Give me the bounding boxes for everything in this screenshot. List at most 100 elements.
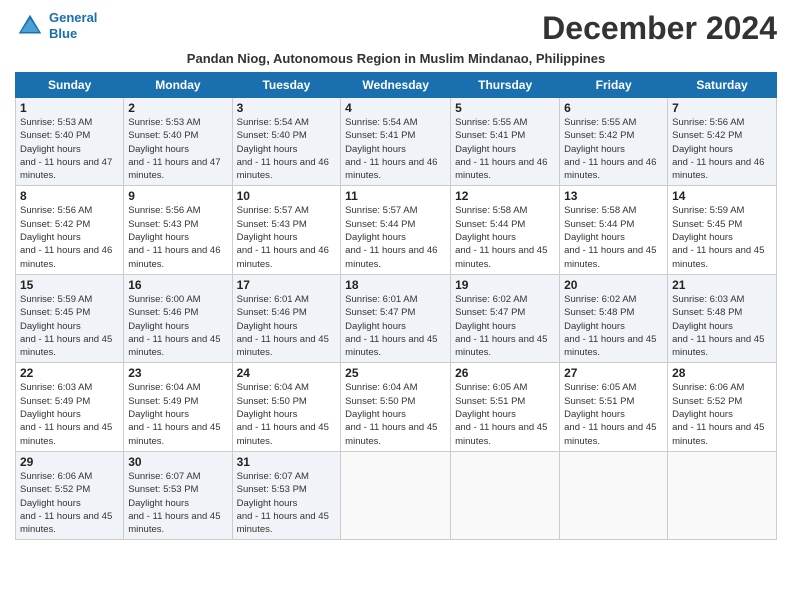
calendar-cell: 26Sunrise: 6:05 AMSunset: 5:51 PMDayligh… — [451, 363, 560, 451]
calendar-week-row: 15Sunrise: 5:59 AMSunset: 5:45 PMDayligh… — [16, 274, 777, 362]
day-number: 3 — [237, 101, 337, 115]
calendar-cell: 25Sunrise: 6:04 AMSunset: 5:50 PMDayligh… — [341, 363, 451, 451]
day-number: 4 — [345, 101, 446, 115]
day-info: Sunrise: 5:58 AMSunset: 5:44 PMDaylight … — [564, 204, 663, 270]
calendar-cell: 19Sunrise: 6:02 AMSunset: 5:47 PMDayligh… — [451, 274, 560, 362]
day-info: Sunrise: 6:04 AMSunset: 5:50 PMDaylight … — [345, 381, 446, 447]
day-number: 14 — [672, 189, 772, 203]
day-number: 16 — [128, 278, 227, 292]
day-number: 22 — [20, 366, 119, 380]
day-number: 20 — [564, 278, 663, 292]
day-info: Sunrise: 6:04 AMSunset: 5:50 PMDaylight … — [237, 381, 337, 447]
day-info: Sunrise: 5:53 AMSunset: 5:40 PMDaylight … — [128, 116, 227, 182]
day-info: Sunrise: 5:56 AMSunset: 5:42 PMDaylight … — [672, 116, 772, 182]
day-info: Sunrise: 5:59 AMSunset: 5:45 PMDaylight … — [672, 204, 772, 270]
day-number: 23 — [128, 366, 227, 380]
day-number: 5 — [455, 101, 555, 115]
day-info: Sunrise: 5:57 AMSunset: 5:44 PMDaylight … — [345, 204, 446, 270]
calendar-cell: 8Sunrise: 5:56 AMSunset: 5:42 PMDaylight… — [16, 186, 124, 274]
day-info: Sunrise: 6:03 AMSunset: 5:49 PMDaylight … — [20, 381, 119, 447]
day-number: 6 — [564, 101, 663, 115]
calendar-cell: 12Sunrise: 5:58 AMSunset: 5:44 PMDayligh… — [451, 186, 560, 274]
day-number: 12 — [455, 189, 555, 203]
day-info: Sunrise: 6:07 AMSunset: 5:53 PMDaylight … — [128, 470, 227, 536]
calendar-cell: 28Sunrise: 6:06 AMSunset: 5:52 PMDayligh… — [668, 363, 777, 451]
calendar-cell — [560, 451, 668, 539]
calendar-cell: 17Sunrise: 6:01 AMSunset: 5:46 PMDayligh… — [232, 274, 341, 362]
day-info: Sunrise: 5:56 AMSunset: 5:43 PMDaylight … — [128, 204, 227, 270]
day-info: Sunrise: 6:03 AMSunset: 5:48 PMDaylight … — [672, 293, 772, 359]
logo-text: General Blue — [49, 10, 97, 41]
day-info: Sunrise: 5:57 AMSunset: 5:43 PMDaylight … — [237, 204, 337, 270]
day-info: Sunrise: 5:54 AMSunset: 5:41 PMDaylight … — [345, 116, 446, 182]
day-number: 31 — [237, 455, 337, 469]
day-info: Sunrise: 5:55 AMSunset: 5:41 PMDaylight … — [455, 116, 555, 182]
page: General Blue December 2024 Pandan Niog, … — [0, 0, 792, 550]
day-info: Sunrise: 6:01 AMSunset: 5:46 PMDaylight … — [237, 293, 337, 359]
calendar-cell: 29Sunrise: 6:06 AMSunset: 5:52 PMDayligh… — [16, 451, 124, 539]
calendar-cell: 2Sunrise: 5:53 AMSunset: 5:40 PMDaylight… — [124, 98, 232, 186]
calendar-cell: 31Sunrise: 6:07 AMSunset: 5:53 PMDayligh… — [232, 451, 341, 539]
day-number: 30 — [128, 455, 227, 469]
calendar-cell: 10Sunrise: 5:57 AMSunset: 5:43 PMDayligh… — [232, 186, 341, 274]
calendar-cell: 11Sunrise: 5:57 AMSunset: 5:44 PMDayligh… — [341, 186, 451, 274]
calendar-cell: 15Sunrise: 5:59 AMSunset: 5:45 PMDayligh… — [16, 274, 124, 362]
calendar-cell: 14Sunrise: 5:59 AMSunset: 5:45 PMDayligh… — [668, 186, 777, 274]
day-number: 25 — [345, 366, 446, 380]
calendar-week-row: 1Sunrise: 5:53 AMSunset: 5:40 PMDaylight… — [16, 98, 777, 186]
calendar-cell — [341, 451, 451, 539]
day-number: 24 — [237, 366, 337, 380]
day-header-sunday: Sunday — [16, 73, 124, 98]
calendar-week-row: 29Sunrise: 6:06 AMSunset: 5:52 PMDayligh… — [16, 451, 777, 539]
day-number: 21 — [672, 278, 772, 292]
day-number: 29 — [20, 455, 119, 469]
calendar-cell: 20Sunrise: 6:02 AMSunset: 5:48 PMDayligh… — [560, 274, 668, 362]
subtitle: Pandan Niog, Autonomous Region in Muslim… — [15, 51, 777, 66]
calendar-cell: 21Sunrise: 6:03 AMSunset: 5:48 PMDayligh… — [668, 274, 777, 362]
day-number: 18 — [345, 278, 446, 292]
calendar-cell: 7Sunrise: 5:56 AMSunset: 5:42 PMDaylight… — [668, 98, 777, 186]
day-info: Sunrise: 6:06 AMSunset: 5:52 PMDaylight … — [20, 470, 119, 536]
day-number: 27 — [564, 366, 663, 380]
calendar-cell: 3Sunrise: 5:54 AMSunset: 5:40 PMDaylight… — [232, 98, 341, 186]
calendar-cell: 1Sunrise: 5:53 AMSunset: 5:40 PMDaylight… — [16, 98, 124, 186]
day-number: 26 — [455, 366, 555, 380]
day-number: 8 — [20, 189, 119, 203]
day-number: 28 — [672, 366, 772, 380]
day-header-wednesday: Wednesday — [341, 73, 451, 98]
calendar-cell — [668, 451, 777, 539]
day-header-thursday: Thursday — [451, 73, 560, 98]
calendar-cell: 27Sunrise: 6:05 AMSunset: 5:51 PMDayligh… — [560, 363, 668, 451]
calendar-cell: 6Sunrise: 5:55 AMSunset: 5:42 PMDaylight… — [560, 98, 668, 186]
day-info: Sunrise: 5:55 AMSunset: 5:42 PMDaylight … — [564, 116, 663, 182]
calendar-cell: 24Sunrise: 6:04 AMSunset: 5:50 PMDayligh… — [232, 363, 341, 451]
day-number: 2 — [128, 101, 227, 115]
day-info: Sunrise: 6:04 AMSunset: 5:49 PMDaylight … — [128, 381, 227, 447]
day-number: 1 — [20, 101, 119, 115]
day-info: Sunrise: 5:53 AMSunset: 5:40 PMDaylight … — [20, 116, 119, 182]
calendar-cell: 9Sunrise: 5:56 AMSunset: 5:43 PMDaylight… — [124, 186, 232, 274]
calendar-cell: 13Sunrise: 5:58 AMSunset: 5:44 PMDayligh… — [560, 186, 668, 274]
day-number: 19 — [455, 278, 555, 292]
day-info: Sunrise: 6:02 AMSunset: 5:47 PMDaylight … — [455, 293, 555, 359]
calendar-week-row: 8Sunrise: 5:56 AMSunset: 5:42 PMDaylight… — [16, 186, 777, 274]
day-info: Sunrise: 5:56 AMSunset: 5:42 PMDaylight … — [20, 204, 119, 270]
calendar-cell: 16Sunrise: 6:00 AMSunset: 5:46 PMDayligh… — [124, 274, 232, 362]
header: General Blue December 2024 — [15, 10, 777, 47]
calendar-week-row: 22Sunrise: 6:03 AMSunset: 5:49 PMDayligh… — [16, 363, 777, 451]
day-info: Sunrise: 6:05 AMSunset: 5:51 PMDaylight … — [455, 381, 555, 447]
calendar-cell: 22Sunrise: 6:03 AMSunset: 5:49 PMDayligh… — [16, 363, 124, 451]
calendar-cell: 18Sunrise: 6:01 AMSunset: 5:47 PMDayligh… — [341, 274, 451, 362]
day-number: 9 — [128, 189, 227, 203]
day-info: Sunrise: 6:00 AMSunset: 5:46 PMDaylight … — [128, 293, 227, 359]
day-info: Sunrise: 5:54 AMSunset: 5:40 PMDaylight … — [237, 116, 337, 182]
day-number: 15 — [20, 278, 119, 292]
day-number: 17 — [237, 278, 337, 292]
page-title: December 2024 — [542, 10, 777, 47]
day-number: 11 — [345, 189, 446, 203]
calendar-cell — [451, 451, 560, 539]
day-info: Sunrise: 5:58 AMSunset: 5:44 PMDaylight … — [455, 204, 555, 270]
day-info: Sunrise: 6:05 AMSunset: 5:51 PMDaylight … — [564, 381, 663, 447]
logo-icon — [15, 11, 45, 41]
day-number: 10 — [237, 189, 337, 203]
